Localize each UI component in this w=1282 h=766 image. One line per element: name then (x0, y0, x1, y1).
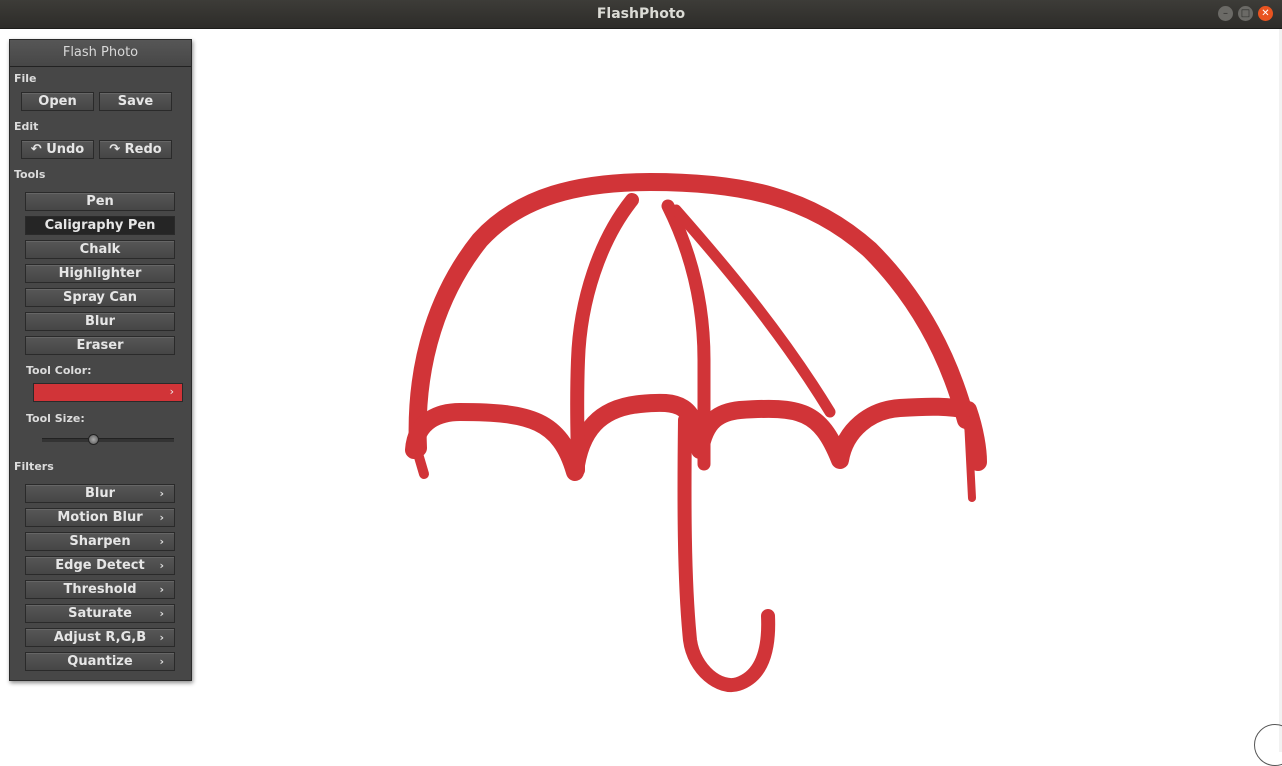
chevron-right-icon: › (159, 559, 164, 572)
panel-title: Flash Photo (10, 40, 191, 67)
filter-blur-label: Blur (84, 486, 116, 501)
filter-saturate-label: Saturate (68, 606, 132, 621)
chevron-right-icon: › (159, 511, 164, 524)
chevron-right-icon: › (159, 487, 164, 500)
chevron-right-icon: › (159, 607, 164, 620)
tool-size-slider[interactable] (42, 438, 174, 442)
filter-adjust-rgb-label: Adjust R,G,B (53, 630, 147, 645)
redo-label: Redo (124, 142, 162, 157)
filter-edge-detect-label: Edge Detect (55, 558, 145, 573)
filter-quantize-button[interactable]: Quantize › (25, 652, 175, 671)
filter-quantize-label: Quantize (67, 654, 133, 669)
tool-eraser-button[interactable]: Eraser (25, 336, 175, 355)
filter-blur-button[interactable]: Blur › (25, 484, 175, 503)
section-filters: Filters (14, 460, 54, 473)
tool-size-slider-handle[interactable] (88, 434, 99, 445)
tool-size-label: Tool Size: (26, 412, 85, 425)
tool-spray-can-button[interactable]: Spray Can (25, 288, 175, 307)
filter-threshold-button[interactable]: Threshold › (25, 580, 175, 599)
undo-label: Undo (46, 142, 85, 157)
redo-icon: ↷ (109, 142, 121, 157)
tool-color-picker[interactable]: › (33, 383, 183, 402)
filter-adjust-rgb-button[interactable]: Adjust R,G,B › (25, 628, 175, 647)
undo-icon: ↶ (30, 142, 42, 157)
undo-button[interactable]: ↶ Undo (21, 140, 94, 159)
filter-threshold-label: Threshold (63, 582, 137, 597)
umbrella-handle (677, 413, 776, 693)
filter-motion-blur-label: Motion Blur (57, 510, 143, 525)
section-tools: Tools (14, 168, 46, 181)
cursor-circle (1254, 724, 1282, 766)
filter-sharpen-label: Sharpen (69, 534, 131, 549)
canopy-tip-right (964, 416, 976, 502)
open-button[interactable]: Open (21, 92, 94, 111)
umbrella-drawing (405, 173, 987, 693)
tool-pen-button[interactable]: Pen (25, 192, 175, 211)
filter-sharpen-button[interactable]: Sharpen › (25, 532, 175, 551)
chevron-right-icon: › (159, 535, 164, 548)
redo-button[interactable]: ↷ Redo (99, 140, 172, 159)
tool-highlighter-button[interactable]: Highlighter (25, 264, 175, 283)
tool-blur-button[interactable]: Blur (25, 312, 175, 331)
tool-panel: Flash Photo File Open Save Edit ↶ Undo ↷… (9, 39, 192, 681)
save-button[interactable]: Save (99, 92, 172, 111)
section-edit: Edit (14, 120, 39, 133)
filter-motion-blur-button[interactable]: Motion Blur › (25, 508, 175, 527)
canopy-scallops (405, 393, 987, 481)
chevron-right-icon: › (159, 631, 164, 644)
filter-saturate-button[interactable]: Saturate › (25, 604, 175, 623)
tool-color-label: Tool Color: (26, 364, 92, 377)
section-file: File (14, 72, 37, 85)
chevron-right-icon: › (159, 655, 164, 668)
tool-chalk-button[interactable]: Chalk (25, 240, 175, 259)
chevron-right-icon: › (159, 583, 164, 596)
filter-edge-detect-button[interactable]: Edge Detect › (25, 556, 175, 575)
tool-caligraphy-pen-button[interactable]: Caligraphy Pen (25, 216, 175, 235)
chevron-right-icon: › (169, 385, 174, 398)
